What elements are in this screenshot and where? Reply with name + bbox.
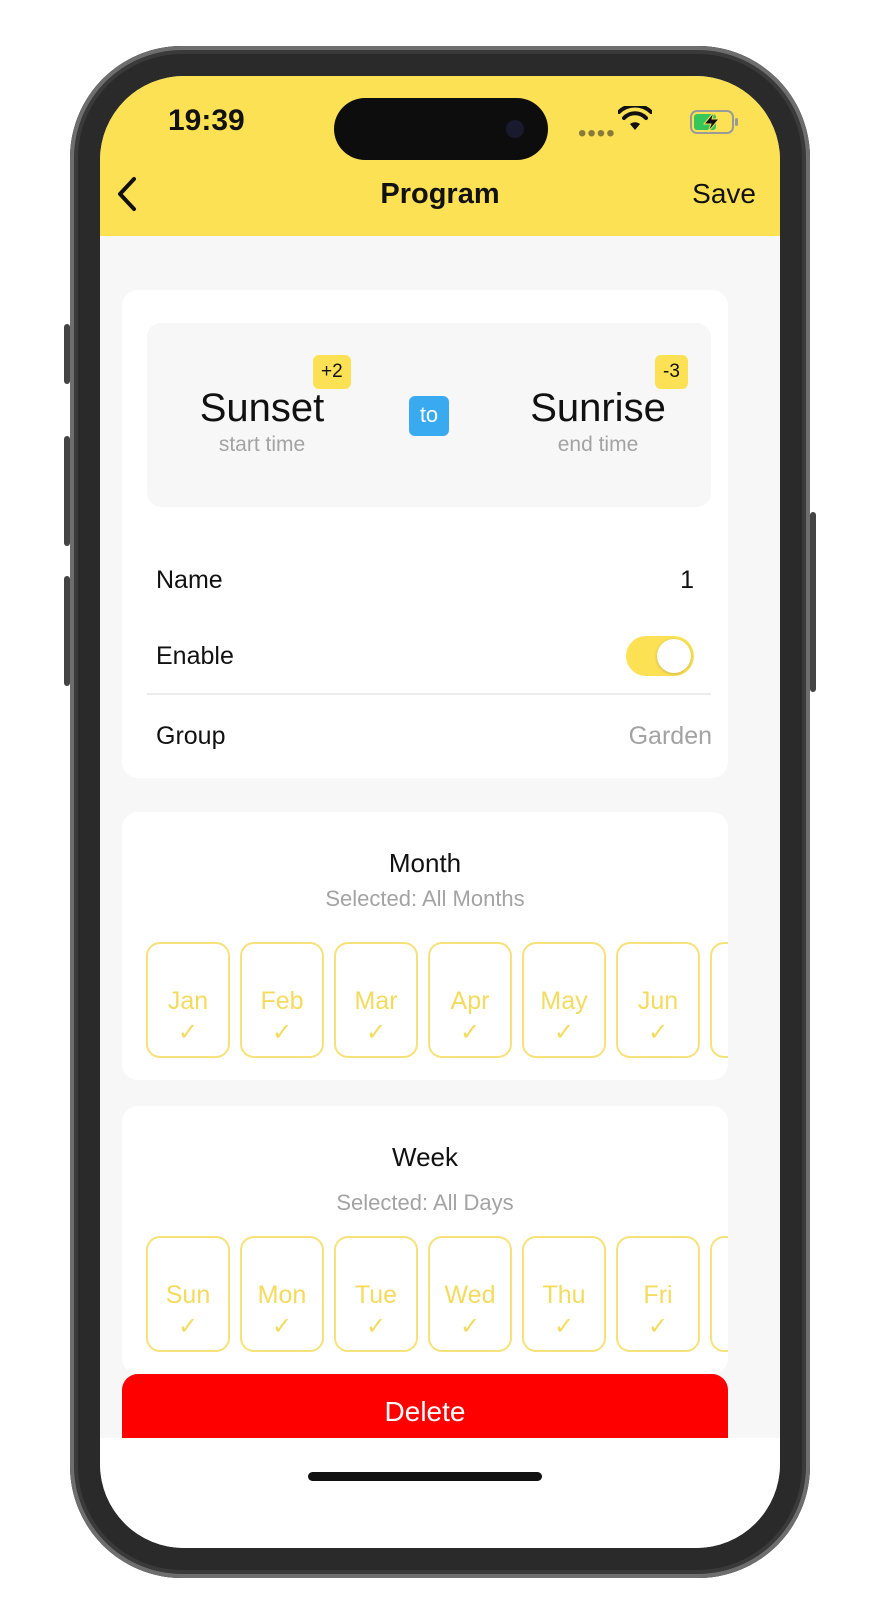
month-chip-label: Feb xyxy=(260,987,304,1015)
volume-up-button xyxy=(64,436,70,546)
check-icon: ✓ xyxy=(365,1313,387,1340)
check-icon: ✓ xyxy=(647,1313,669,1340)
enable-toggle[interactable] xyxy=(626,636,694,676)
day-chip-label: Thu xyxy=(542,1281,586,1309)
month-card: Month Selected: All Months Jan ✓ Feb ✓ Mar… xyxy=(122,812,728,1080)
month-chip-list: Jan ✓ Feb ✓ Mar ✓ Apr ✓ May ✓ Jun ✓ xyxy=(146,942,728,1060)
day-chip[interactable]: Thu ✓ xyxy=(522,1236,606,1352)
header: 19:39 •••• Program Save xyxy=(100,76,780,236)
week-chip-list: Sun ✓ Mon ✓ Tue ✓ Wed ✓ Thu ✓ Fri ✓ xyxy=(146,1236,728,1354)
name-row[interactable]: Name 1 xyxy=(156,557,712,603)
name-label: Name xyxy=(156,565,223,594)
day-chip[interactable]: Fri ✓ xyxy=(616,1236,700,1352)
check-icon: ✓ xyxy=(271,1313,293,1340)
group-label: Group xyxy=(156,721,226,750)
signal-icon: •••• xyxy=(578,120,616,147)
group-row[interactable]: Group Garden xyxy=(156,713,712,759)
save-button[interactable]: Save xyxy=(692,178,756,210)
month-chip[interactable]: Apr ✓ xyxy=(428,942,512,1058)
to-badge: to xyxy=(409,396,449,436)
start-time-value: Sunset xyxy=(199,386,325,430)
day-chip-label: Fri xyxy=(643,1281,673,1309)
home-area xyxy=(100,1438,780,1548)
month-chip[interactable]: Mar ✓ xyxy=(334,942,418,1058)
check-icon: ✓ xyxy=(459,1019,481,1046)
month-chip-label: Jan xyxy=(167,987,209,1015)
divider xyxy=(147,693,711,695)
day-chip-label: Wed xyxy=(444,1281,496,1309)
toggle-knob xyxy=(657,639,691,673)
start-time-label: start time xyxy=(218,433,306,456)
dynamic-island xyxy=(334,98,548,160)
time-range: Sunset start time +2 to Sunrise end time… xyxy=(147,323,711,507)
home-indicator[interactable] xyxy=(308,1472,542,1481)
month-chip[interactable]: Feb ✓ xyxy=(240,942,324,1058)
month-chip-label: Jun xyxy=(637,987,679,1015)
day-chip[interactable]: Tue ✓ xyxy=(334,1236,418,1352)
end-time-selector[interactable]: Sunrise end time xyxy=(483,385,713,457)
check-icon: ✓ xyxy=(177,1019,199,1046)
mute-switch xyxy=(64,324,70,384)
group-value: Garden xyxy=(628,721,712,750)
day-chip[interactable]: Wed ✓ xyxy=(428,1236,512,1352)
check-icon: ✓ xyxy=(553,1313,575,1340)
month-chip[interactable]: May ✓ xyxy=(522,942,606,1058)
day-chip-label: Mon xyxy=(257,1281,307,1309)
month-title: Month xyxy=(388,848,462,878)
month-chip-label: May xyxy=(540,987,588,1015)
day-chip-label: Tue xyxy=(354,1281,398,1309)
month-chip-label: Apr xyxy=(450,987,490,1015)
day-chip-partial[interactable] xyxy=(710,1236,728,1352)
enable-label: Enable xyxy=(156,641,234,670)
page-title: Program xyxy=(380,178,500,210)
check-icon: ✓ xyxy=(271,1019,293,1046)
power-button xyxy=(810,512,816,692)
end-time-value: Sunrise xyxy=(530,386,666,430)
day-chip[interactable]: Mon ✓ xyxy=(240,1236,324,1352)
start-offset-badge: +2 xyxy=(313,355,351,389)
check-icon: ✓ xyxy=(647,1019,669,1046)
month-selected-summary: Selected: All Months xyxy=(325,886,525,911)
status-time: 19:39 xyxy=(168,104,245,137)
volume-down-button xyxy=(64,576,70,686)
check-icon: ✓ xyxy=(553,1019,575,1046)
week-title: Week xyxy=(392,1142,458,1172)
screen: 19:39 •••• Program Save Sunset start tim… xyxy=(100,76,780,1548)
wifi-icon xyxy=(618,106,652,130)
battery-charging-icon xyxy=(690,110,738,134)
check-icon: ✓ xyxy=(459,1313,481,1340)
month-chip[interactable]: Jun ✓ xyxy=(616,942,700,1058)
month-chip[interactable]: Jan ✓ xyxy=(146,942,230,1058)
start-time-selector[interactable]: Sunset start time xyxy=(147,385,377,457)
end-offset-badge: -3 xyxy=(655,355,688,389)
month-chip-label: Mar xyxy=(354,987,398,1015)
week-card: Week Selected: All Days Sun ✓ Mon ✓ Tue ✓ W… xyxy=(122,1106,728,1374)
end-time-label: end time xyxy=(557,433,639,456)
day-chip[interactable]: Sun ✓ xyxy=(146,1236,230,1352)
program-settings-card: Sunset start time +2 to Sunrise end time… xyxy=(122,290,728,778)
phone-frame: 19:39 •••• Program Save Sunset start tim… xyxy=(64,46,816,1578)
check-icon: ✓ xyxy=(365,1019,387,1046)
name-value: 1 xyxy=(680,565,694,594)
month-chip-partial[interactable] xyxy=(710,942,728,1058)
day-chip-label: Sun xyxy=(165,1281,211,1309)
week-selected-summary: Selected: All Days xyxy=(336,1190,514,1215)
enable-row: Enable xyxy=(156,633,712,679)
check-icon: ✓ xyxy=(177,1313,199,1340)
